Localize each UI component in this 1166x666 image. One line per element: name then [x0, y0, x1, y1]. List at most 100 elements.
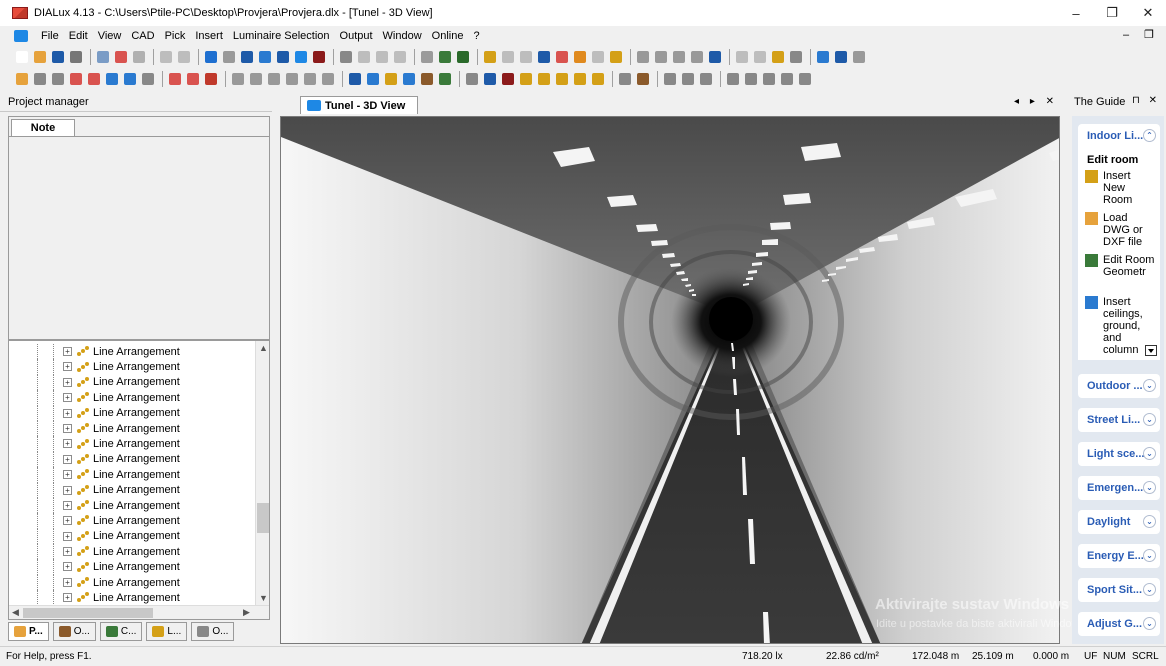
tree-item-line-arrangement[interactable]: + Line Arrangement: [9, 374, 257, 391]
document-icon[interactable]: [14, 30, 28, 42]
tree-item-line-arrangement[interactable]: + Line Arrangement: [9, 420, 257, 437]
menu-online[interactable]: Online: [427, 30, 469, 42]
toolbar-tool-icon[interactable]: [608, 49, 624, 65]
document-nav-buttons[interactable]: ◂ ▸ ✕: [1014, 96, 1058, 107]
toolbar-tool-icon[interactable]: [779, 71, 795, 87]
project-manager-tab[interactable]: L...: [146, 622, 188, 641]
tree-item-line-arrangement[interactable]: + Line Arrangement: [9, 497, 257, 514]
tree-item-line-arrangement[interactable]: + Line Arrangement: [9, 513, 257, 530]
menu-output[interactable]: Output: [335, 30, 378, 42]
guide-section-collapsed[interactable]: Street Li... ⌄: [1078, 408, 1160, 432]
expand-plus-icon[interactable]: +: [63, 562, 72, 572]
toolbar-tool-icon[interactable]: [518, 49, 534, 65]
toolbar-tool-icon[interactable]: [743, 71, 759, 87]
toolbar-tool-icon[interactable]: [374, 49, 390, 65]
toolbar-tool-icon[interactable]: [248, 71, 264, 87]
toolbar-tool-icon[interactable]: [68, 49, 84, 65]
toolbar-tool-icon[interactable]: [284, 71, 300, 87]
expand-plus-icon[interactable]: +: [63, 516, 72, 526]
toolbar-tool-icon[interactable]: [698, 71, 714, 87]
tree-item-line-arrangement[interactable]: + Line Arrangement: [9, 482, 257, 499]
toolbar-tool-icon[interactable]: [392, 49, 408, 65]
menu-edit[interactable]: Edit: [64, 30, 93, 42]
guide-section-collapsed[interactable]: Energy E... ⌄: [1078, 544, 1160, 568]
toolbar-tool-icon[interactable]: [572, 49, 588, 65]
toolbar-tool-icon[interactable]: [770, 49, 786, 65]
guide-action-item[interactable]: Load DWG or DXF file: [1085, 212, 1157, 248]
tree-hscroll-thumb[interactable]: [23, 608, 153, 618]
guide-section-collapsed[interactable]: Sport Sit... ⌄: [1078, 578, 1160, 602]
note-tab[interactable]: Note: [11, 119, 75, 137]
minimize-button[interactable]: –: [1058, 0, 1094, 26]
tree-horizontal-scrollbar[interactable]: ◀ ▶: [9, 605, 269, 619]
toolbar-tool-icon[interactable]: [725, 71, 741, 87]
mdi-window-controls[interactable]: – ❐: [1123, 28, 1160, 41]
expand-plus-icon[interactable]: +: [63, 577, 72, 587]
toolbar-tool-icon[interactable]: [671, 49, 687, 65]
toolbar-tool-icon[interactable]: [230, 71, 246, 87]
toolbar-tool-icon[interactable]: [68, 71, 84, 87]
toolbar-tool-icon[interactable]: [302, 71, 318, 87]
toolbar-tool-icon[interactable]: [113, 49, 129, 65]
toolbar-tool-icon[interactable]: [221, 49, 237, 65]
chevron-down-icon[interactable]: ⌄: [1143, 413, 1156, 426]
toolbar-tool-icon[interactable]: [815, 49, 831, 65]
menu-help[interactable]: ?: [468, 30, 484, 42]
toolbar-tool-icon[interactable]: [86, 71, 102, 87]
toolbar-tool-icon[interactable]: [635, 49, 651, 65]
toolbar-tool-icon[interactable]: [437, 71, 453, 87]
toolbar-tool-icon[interactable]: [32, 49, 48, 65]
toolbar-tool-icon[interactable]: [572, 71, 588, 87]
toolbar-tool-icon[interactable]: [311, 49, 327, 65]
chevron-down-icon[interactable]: ⌄: [1143, 515, 1156, 528]
tree-vertical-scrollbar[interactable]: ▲ ▼: [255, 341, 269, 605]
project-manager-tab[interactable]: P...: [8, 622, 49, 641]
toolbar-tool-icon[interactable]: [761, 71, 777, 87]
chevron-down-icon[interactable]: ⌄: [1143, 481, 1156, 494]
toolbar-tool-icon[interactable]: [50, 71, 66, 87]
menu-pick[interactable]: Pick: [160, 30, 191, 42]
guide-action-item[interactable]: Edit Room Geometr: [1085, 254, 1157, 278]
toolbar-tool-icon[interactable]: [518, 71, 534, 87]
guide-section-collapsed[interactable]: Daylight ⌄: [1078, 510, 1160, 534]
expand-plus-icon[interactable]: +: [63, 347, 72, 356]
expand-plus-icon[interactable]: +: [63, 439, 72, 449]
menu-cad[interactable]: CAD: [126, 30, 159, 42]
tree-item-line-arrangement[interactable]: + Line Arrangement: [9, 559, 257, 576]
menu-luminaire-selection[interactable]: Luminaire Selection: [228, 30, 335, 42]
project-manager-tab[interactable]: O...: [52, 622, 96, 641]
guide-scroll-down-button[interactable]: [1145, 345, 1157, 356]
toolbar-tool-icon[interactable]: [320, 71, 336, 87]
toolbar-tool-icon[interactable]: [689, 49, 705, 65]
guide-section-indoor-lighting[interactable]: Indoor Li... ⌃: [1078, 124, 1160, 148]
toolbar-tool-icon[interactable]: [851, 49, 867, 65]
project-manager-tab[interactable]: C...: [99, 622, 143, 641]
guide-section-collapsed[interactable]: Outdoor ... ⌄: [1078, 374, 1160, 398]
expand-plus-icon[interactable]: +: [63, 470, 72, 480]
chevron-down-icon[interactable]: ⌄: [1143, 549, 1156, 562]
toolbar-tool-icon[interactable]: [275, 49, 291, 65]
guide-section-collapsed[interactable]: Light sce... ⌄: [1078, 442, 1160, 466]
guide-pin-close-buttons[interactable]: ⊓ ✕: [1132, 95, 1160, 106]
tree-item-line-arrangement[interactable]: + Line Arrangement: [9, 344, 257, 360]
tree-item-line-arrangement[interactable]: + Line Arrangement: [9, 528, 257, 545]
toolbar-tool-icon[interactable]: [176, 49, 192, 65]
toolbar-tool-icon[interactable]: [338, 49, 354, 65]
toolbar-tool-icon[interactable]: [617, 71, 633, 87]
scroll-up-arrow-icon[interactable]: ▲: [259, 343, 268, 353]
menu-file[interactable]: File: [36, 30, 64, 42]
expand-plus-icon[interactable]: +: [63, 377, 72, 387]
toolbar-tool-icon[interactable]: [707, 49, 723, 65]
chevron-down-icon[interactable]: ⌄: [1143, 379, 1156, 392]
menu-view[interactable]: View: [93, 30, 127, 42]
toolbar-tool-icon[interactable]: [158, 49, 174, 65]
toolbar-tool-icon[interactable]: [32, 71, 48, 87]
expand-plus-icon[interactable]: +: [63, 454, 72, 464]
toolbar-tool-icon[interactable]: [482, 71, 498, 87]
toolbar-tool-icon[interactable]: [140, 71, 156, 87]
toolbar-tool-icon[interactable]: [95, 49, 111, 65]
tree-item-line-arrangement[interactable]: + Line Arrangement: [9, 590, 257, 607]
toolbar-tool-icon[interactable]: [131, 49, 147, 65]
scroll-down-arrow-icon[interactable]: ▼: [259, 593, 268, 603]
toolbar-tool-icon[interactable]: [203, 71, 219, 87]
